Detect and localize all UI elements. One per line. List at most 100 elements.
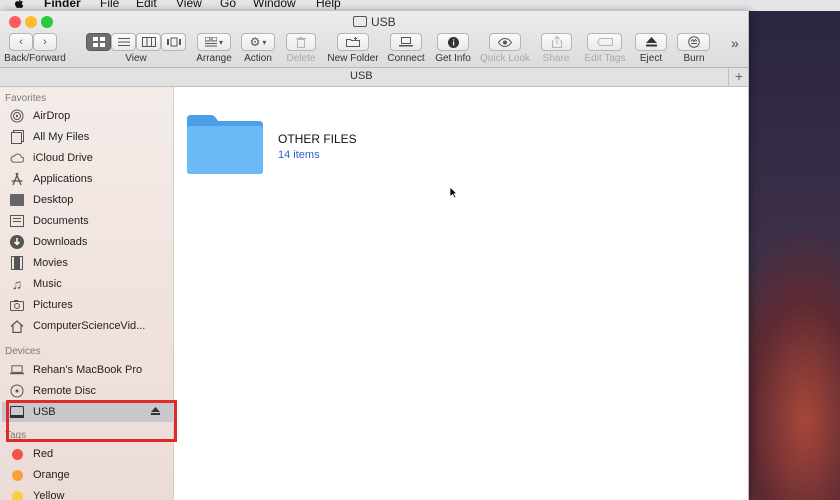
sidebar-item-desktop[interactable]: Desktop [10,190,173,210]
column-view-icon [141,37,156,47]
menu-bar: Finder File Edit View Go Window Help [0,0,840,11]
new-tab-button[interactable]: + [728,68,749,86]
sidebar-section-favorites: Favorites [5,93,47,104]
sidebar-tag-yellow[interactable]: Yellow [10,486,173,500]
sidebar-tag-orange[interactable]: Orange [10,465,173,485]
connect-button[interactable] [390,33,422,51]
back-button[interactable]: ‹ [9,33,33,51]
forward-button[interactable]: › [33,33,57,51]
drive-icon [353,16,367,27]
new-folder-button[interactable] [337,33,369,51]
downloads-icon [10,235,24,249]
action-button[interactable]: ⚙ ▾ [241,33,275,51]
pictures-icon [10,298,24,312]
share-button[interactable] [541,33,572,51]
tag-icon [596,38,613,46]
sidebar-item-label: Music [33,278,62,290]
sidebar-item-label: All My Files [33,131,90,143]
minimize-button[interactable] [25,16,37,28]
share-icon [551,36,562,48]
cover-flow-icon [166,37,181,47]
toolbar-overflow-button[interactable]: » [731,35,739,51]
delete-button[interactable] [286,33,316,51]
connect-label: Connect [387,53,425,64]
share-label: Share [542,53,570,64]
view-list-button[interactable] [111,33,136,51]
menu-view[interactable]: View [176,0,202,9]
tag-dot-icon [10,447,24,461]
back-forward-label: Back/Forward [4,53,66,64]
apple-logo-icon[interactable] [14,0,24,8]
quick-look-label: Quick Look [479,53,531,64]
tag-dot-icon [10,468,24,482]
music-icon: ♫ [11,276,23,292]
menu-app-finder[interactable]: Finder [44,0,81,9]
sidebar-item-label: Applications [33,173,93,185]
folder-icon[interactable] [185,113,265,175]
new-folder-label: New Folder [327,53,379,64]
sidebar-item-label: AirDrop [33,110,71,122]
sidebar-item-pictures[interactable]: Pictures [10,295,173,315]
list-view-icon [117,38,130,46]
view-columns-button[interactable] [136,33,161,51]
delete-label: Delete [286,53,316,64]
eject-icon [645,37,657,47]
window-title: USB [353,15,396,29]
laptop-icon [10,363,24,377]
tab-usb[interactable]: USB [350,70,373,82]
mouse-cursor-icon [449,186,458,204]
tag-dot-icon [10,489,24,500]
menu-go[interactable]: Go [220,0,236,9]
zoom-button[interactable] [41,16,53,28]
sidebar-item-documents[interactable]: Documents [10,211,173,231]
view-coverflow-button[interactable] [161,33,186,51]
eject-label: Eject [639,53,663,64]
sidebar-item-label: iCloud Drive [33,152,93,164]
menu-window[interactable]: Window [253,0,296,9]
airdrop-icon [10,109,24,123]
quick-look-button[interactable] [489,33,521,51]
sidebar-item-label: Remote Disc [33,385,96,397]
connect-server-icon [399,37,413,47]
sidebar-item-label: Downloads [33,236,88,248]
icon-view-icon [92,37,105,47]
sidebar-item-applications[interactable]: Applications [10,169,173,189]
sidebar-tag-red[interactable]: Red [10,444,173,464]
sidebar-item-macbook[interactable]: Rehan's MacBook Pro [10,360,173,380]
highlight-annotation-box [6,400,177,442]
view-icons-button[interactable] [86,33,111,51]
arrange-button[interactable]: ▾ [197,33,231,51]
arrange-label: Arrange [196,53,232,64]
documents-icon [10,214,24,228]
edit-tags-label: Edit Tags [584,53,626,64]
cloud-icon [10,151,24,165]
sidebar-item-all-my-files[interactable]: All My Files [10,127,173,147]
sidebar-item-label: Orange [33,469,70,481]
sidebar-item-icloud-drive[interactable]: iCloud Drive [10,148,173,168]
burn-button[interactable] [677,33,710,51]
sidebar-item-home[interactable]: ComputerScienceVid... [10,316,173,336]
folder-name[interactable]: OTHER FILES [278,132,357,146]
sidebar-item-label: Documents [33,215,89,227]
eye-icon [498,37,512,47]
sidebar-item-movies[interactable]: Movies [10,253,173,273]
home-icon [10,319,24,333]
sidebar-item-airdrop[interactable]: AirDrop [10,106,173,126]
menu-file[interactable]: File [100,0,119,9]
burn-icon [687,36,700,48]
applications-icon [10,172,24,186]
get-info-button[interactable] [437,33,469,51]
sidebar-item-music[interactable]: ♫ Music [10,274,173,294]
sidebar-item-label: Desktop [33,194,74,206]
gear-icon: ⚙ [249,35,261,49]
menu-edit[interactable]: Edit [136,0,157,9]
new-folder-icon [346,37,360,47]
eject-button[interactable] [635,33,667,51]
sidebar-item-downloads[interactable]: Downloads [10,232,173,252]
close-button[interactable] [9,16,21,28]
menu-help[interactable]: Help [316,0,341,9]
edit-tags-button[interactable] [587,33,622,51]
tab-bar: USB + [0,68,748,87]
finder-window: USB ‹ › Back/Forward View ▾ Arrange ⚙ ▾ [0,11,749,500]
sidebar-item-remote-disc[interactable]: Remote Disc [10,381,173,401]
